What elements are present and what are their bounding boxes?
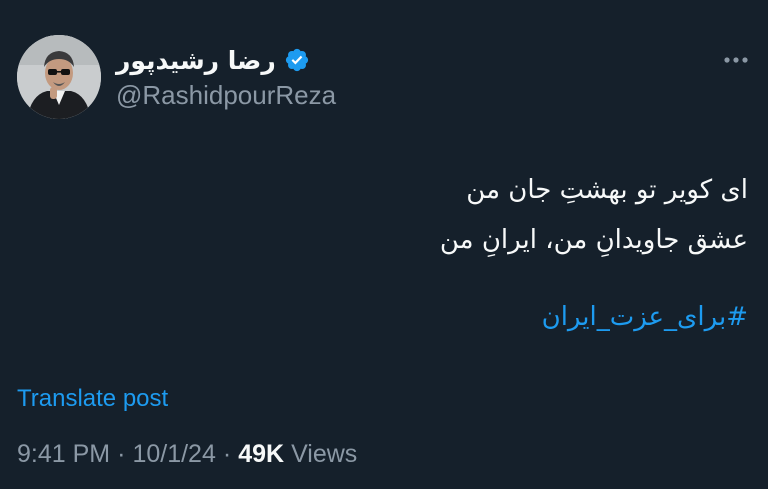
translate-post-link[interactable]: Translate post	[17, 385, 168, 413]
meta-separator: ·	[222, 440, 232, 468]
post-text-line: عشق جاویدانِ من، ایرانِ من	[439, 225, 748, 255]
post-meta: 9:41 PM · 10/1/24 · 49K Views	[17, 440, 357, 469]
author-avatar[interactable]	[17, 35, 101, 119]
meta-separator: ·	[117, 440, 126, 468]
more-dots-icon	[724, 57, 748, 63]
views-count: 49K	[238, 440, 285, 468]
author-name-row: رضا رشیدپور	[116, 40, 310, 80]
verified-badge-icon	[284, 47, 310, 73]
post-text-line: ای کویر تو بهشتِ جان من	[466, 175, 748, 205]
avatar-image	[17, 35, 101, 119]
tweet-card: رضا رشیدپور @RashidpourReza ای کویر تو ب…	[0, 0, 768, 489]
post-date[interactable]: 10/1/24	[132, 440, 215, 469]
author-display-name[interactable]: رضا رشیدپور	[116, 46, 276, 75]
author-handle[interactable]: @RashidpourReza	[116, 80, 336, 111]
hashtag-link[interactable]: #برای_عزت_ایران	[542, 292, 748, 342]
more-options-button[interactable]	[716, 45, 756, 75]
post-body: ای کویر تو بهشتِ جان من عشق جاویدانِ من،…	[148, 165, 748, 265]
views-label: Views	[291, 440, 358, 468]
post-time[interactable]: 9:41 PM	[17, 440, 110, 469]
